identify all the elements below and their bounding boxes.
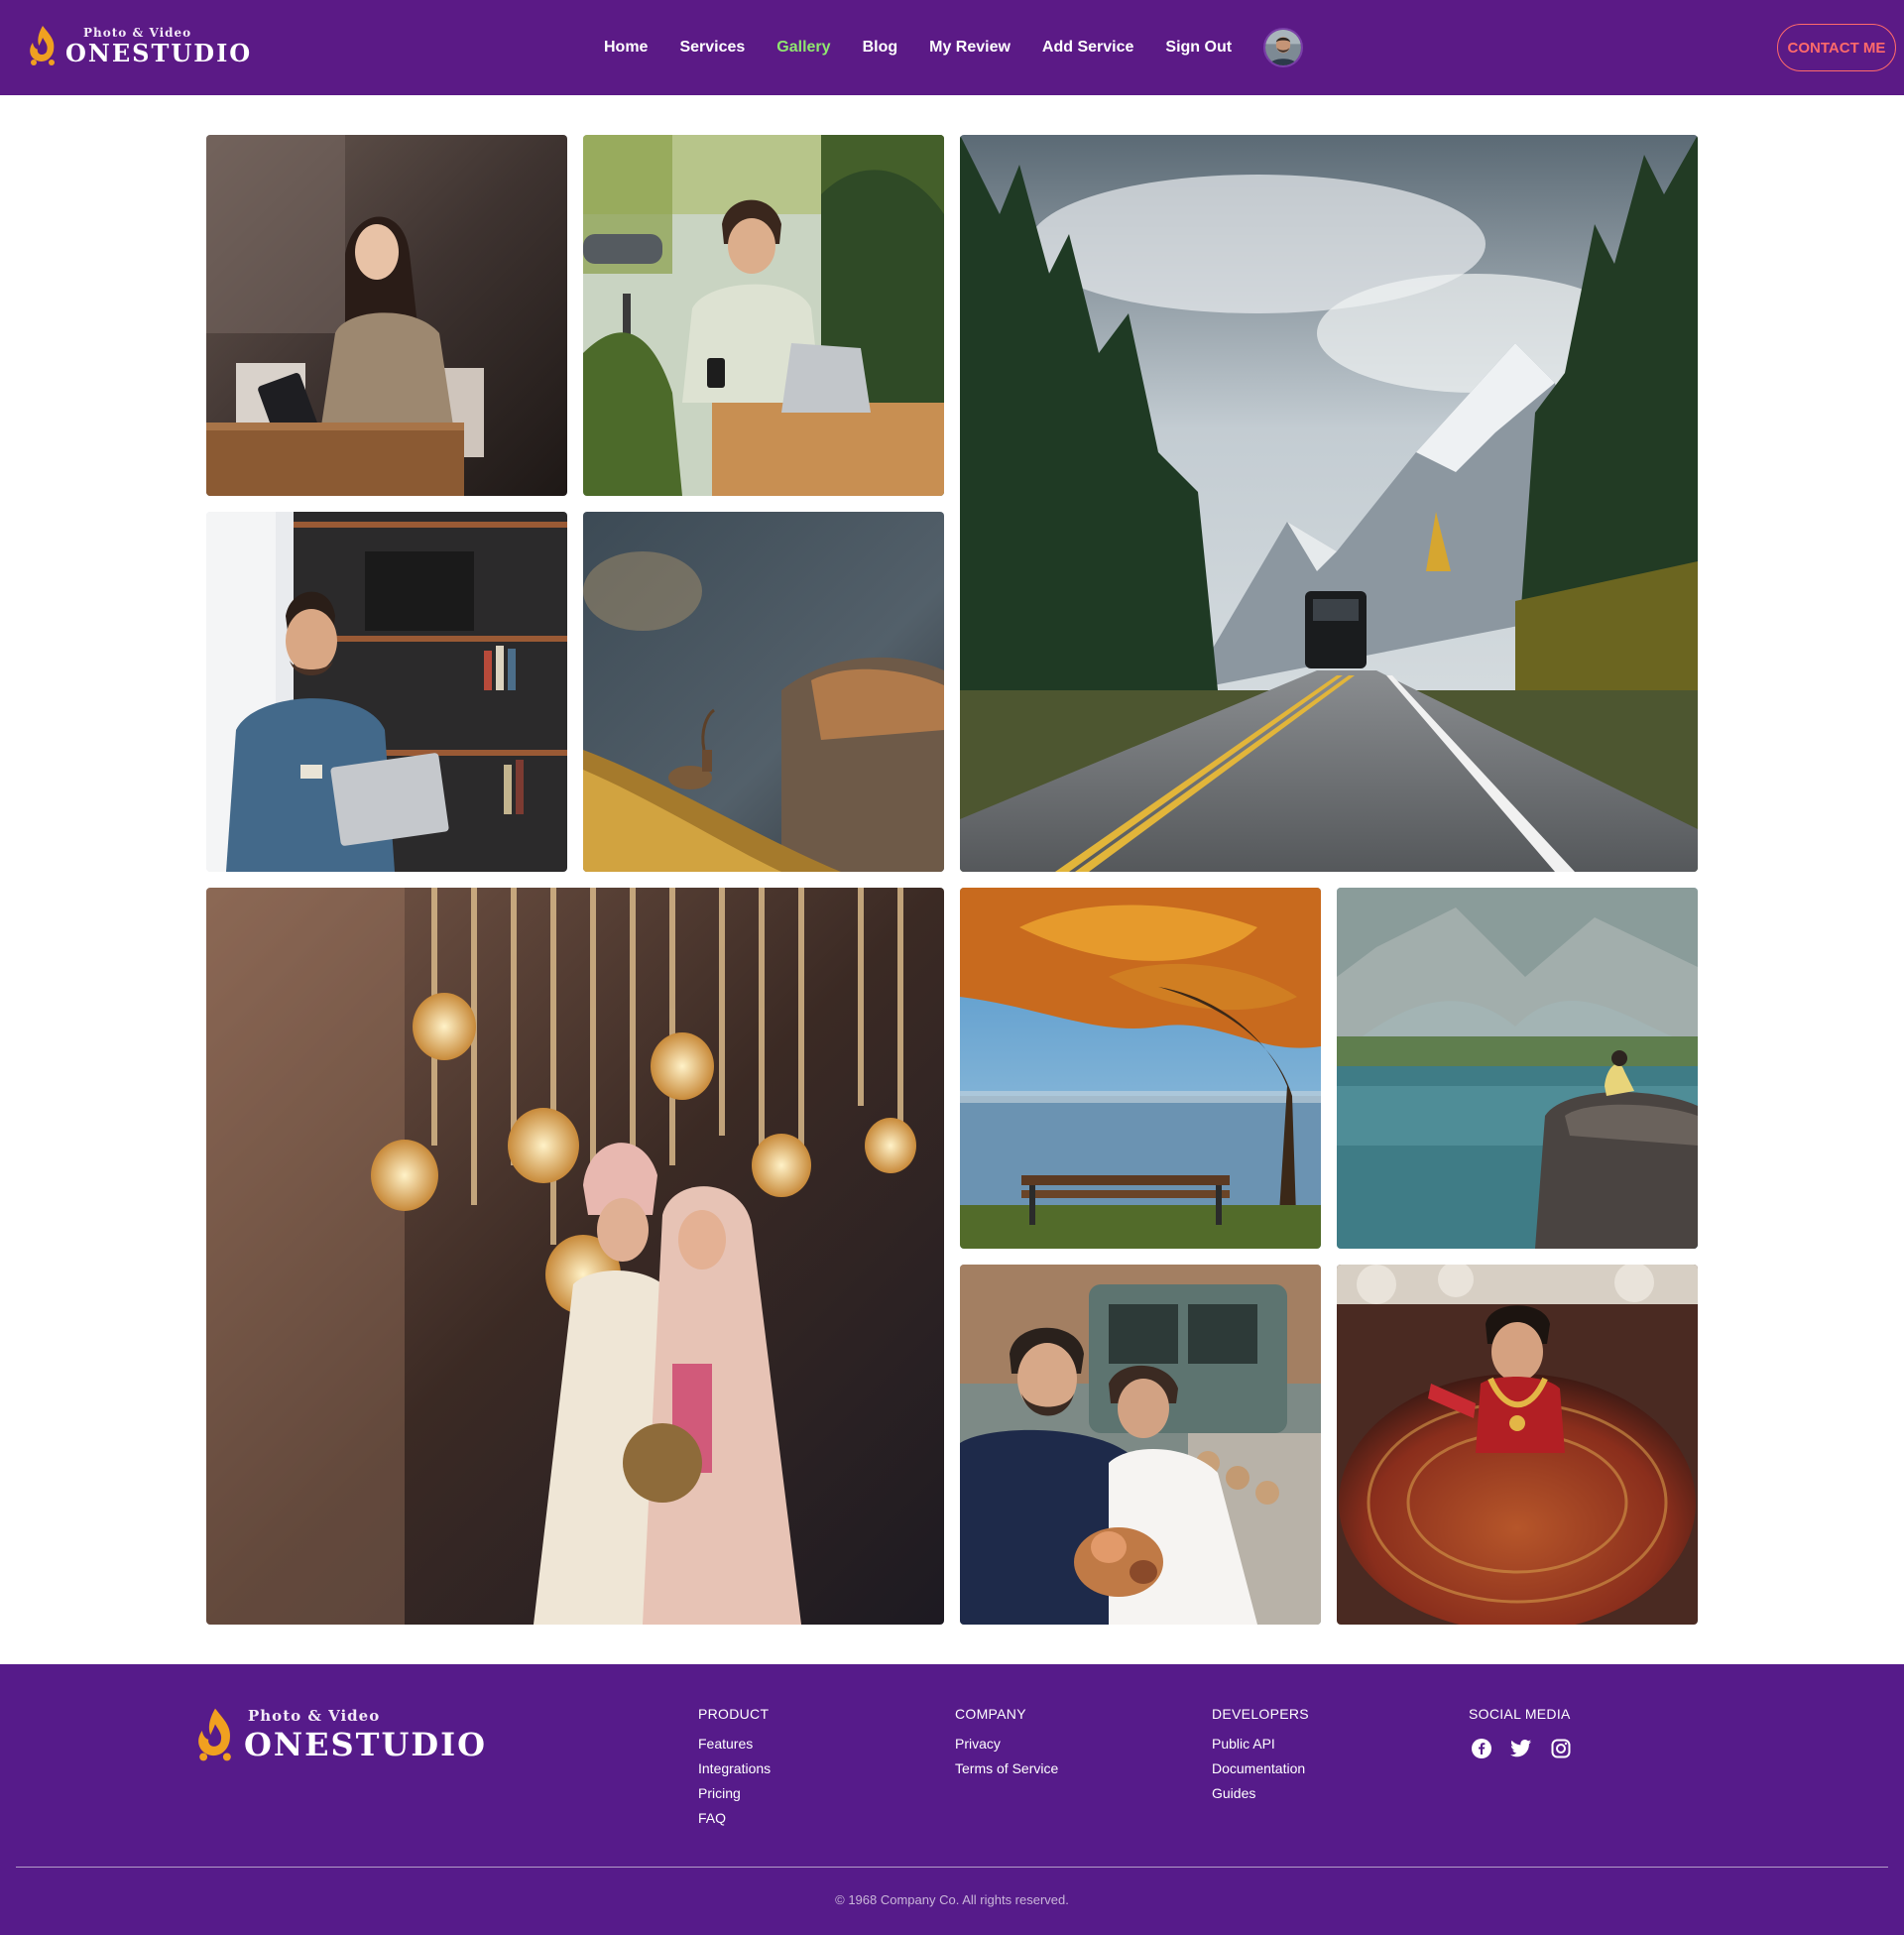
instagram-icon[interactable] xyxy=(1548,1736,1574,1761)
user-avatar[interactable] xyxy=(1263,28,1304,67)
footer-brand-logo[interactable]: Photo & Video ONESTUDIO xyxy=(192,1706,487,1763)
footer-link-privacy[interactable]: Privacy xyxy=(955,1736,1058,1752)
photo-wedding-couple-lights[interactable] xyxy=(206,888,944,1625)
photo-woman-tablet[interactable] xyxy=(206,135,567,496)
photo-man-laptop-outdoor[interactable] xyxy=(583,135,944,496)
footer-link-guides[interactable]: Guides xyxy=(1212,1785,1309,1801)
nav-my-review[interactable]: My Review xyxy=(929,39,1011,57)
flame-camera-icon xyxy=(198,1708,231,1761)
nav-services[interactable]: Services xyxy=(679,39,745,57)
photo-couple-vintage-car[interactable] xyxy=(960,1265,1321,1625)
twitter-icon[interactable] xyxy=(1508,1736,1534,1761)
footer-column-company: COMPANY Privacy Terms of Service xyxy=(955,1706,1058,1785)
photo-man-credit-card[interactable] xyxy=(206,512,567,872)
facebook-icon[interactable] xyxy=(1469,1736,1494,1761)
photo-autumn-tree-bench[interactable] xyxy=(960,888,1321,1249)
footer-link-integrations[interactable]: Integrations xyxy=(698,1760,771,1776)
photo-mountain-road[interactable] xyxy=(960,135,1698,872)
footer-column-product: PRODUCT Features Integrations Pricing FA… xyxy=(698,1706,771,1835)
footer-heading-company: COMPANY xyxy=(955,1706,1026,1722)
copyright-text: © 1968 Company Co. All rights reserved. xyxy=(835,1892,1069,1907)
footer-heading-social: SOCIAL MEDIA xyxy=(1469,1706,1571,1722)
footer-heading-product: PRODUCT xyxy=(698,1706,770,1722)
footer-link-faq[interactable]: FAQ xyxy=(698,1810,771,1826)
footer-column-social: SOCIAL MEDIA xyxy=(1469,1706,1574,1761)
footer-brand-name: ONESTUDIO xyxy=(244,1726,487,1763)
photo-lake-girl-rock[interactable] xyxy=(1337,888,1698,1249)
footer-link-terms[interactable]: Terms of Service xyxy=(955,1760,1058,1776)
footer-link-public-api[interactable]: Public API xyxy=(1212,1736,1309,1752)
brand-name: ONESTUDIO xyxy=(65,38,253,67)
main-nav: Home Services Gallery Blog My Review Add… xyxy=(604,26,1304,69)
brand-logo[interactable]: Photo & Video ONESTUDIO xyxy=(26,24,252,67)
photo-ibex[interactable] xyxy=(583,512,944,872)
footer-link-features[interactable]: Features xyxy=(698,1736,771,1752)
top-navbar: Photo & Video ONESTUDIO Home Services Ga… xyxy=(0,0,1904,95)
nav-sign-out[interactable]: Sign Out xyxy=(1165,39,1232,57)
footer-heading-developers: DEVELOPERS xyxy=(1212,1706,1309,1722)
footer-brand-tagline: Photo & Video xyxy=(248,1707,381,1725)
photo-bride-red-lehenga[interactable] xyxy=(1337,1265,1698,1625)
footer-divider xyxy=(16,1867,1888,1868)
contact-me-button[interactable]: CONTACT ME xyxy=(1777,24,1896,71)
nav-gallery[interactable]: Gallery xyxy=(776,39,830,57)
nav-home[interactable]: Home xyxy=(604,39,648,57)
footer-column-developers: DEVELOPERS Public API Documentation Guid… xyxy=(1212,1706,1309,1810)
footer-link-pricing[interactable]: Pricing xyxy=(698,1785,771,1801)
brand-tagline: Photo & Video xyxy=(83,25,192,40)
nav-add-service[interactable]: Add Service xyxy=(1042,39,1133,57)
flame-camera-icon xyxy=(30,26,55,65)
footer-link-documentation[interactable]: Documentation xyxy=(1212,1760,1309,1776)
nav-blog[interactable]: Blog xyxy=(863,39,898,57)
